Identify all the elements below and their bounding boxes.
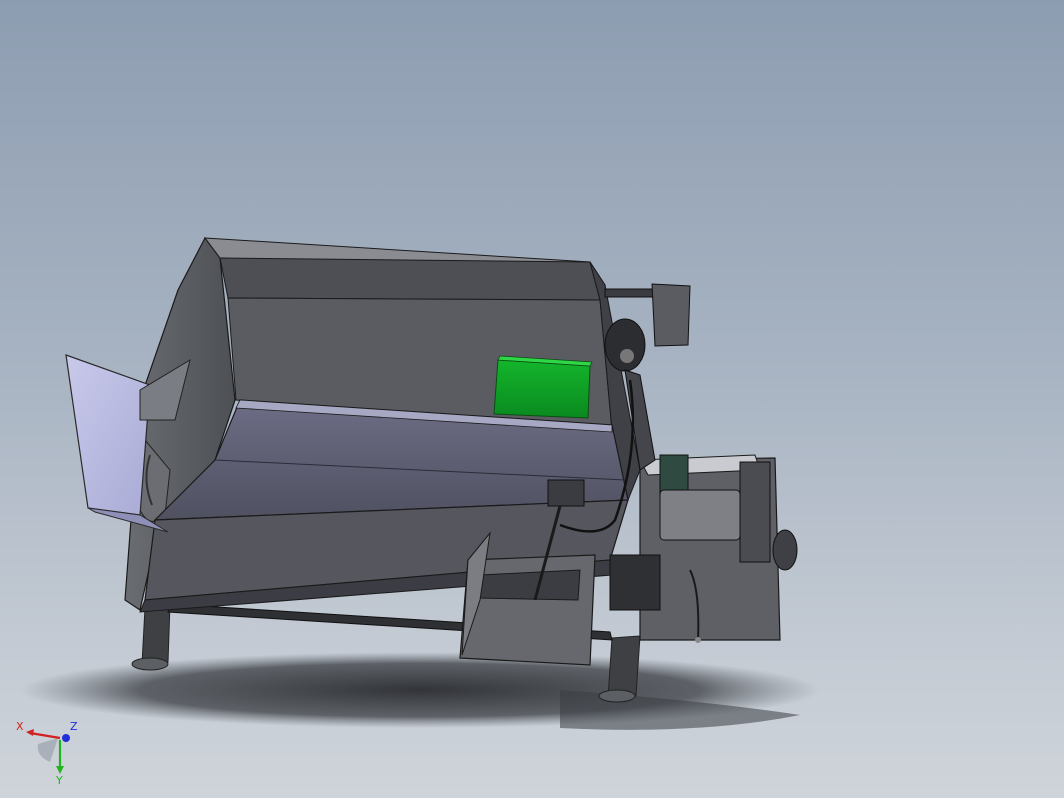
y-axis-label: Y (55, 774, 63, 786)
z-axis-label: Z (70, 720, 78, 733)
machine-model[interactable] (0, 0, 1064, 798)
axis-triad: X Y Z (16, 720, 78, 786)
x-axis-arrow (26, 729, 34, 736)
z-axis-dot (62, 734, 70, 742)
y-axis-arrow (56, 766, 64, 774)
cad-viewport[interactable]: X Y Z (0, 0, 1064, 798)
motor-assembly (609, 454, 798, 643)
x-axis-line (29, 731, 61, 740)
green-component (493, 355, 593, 419)
x-axis-label: X (16, 720, 24, 733)
